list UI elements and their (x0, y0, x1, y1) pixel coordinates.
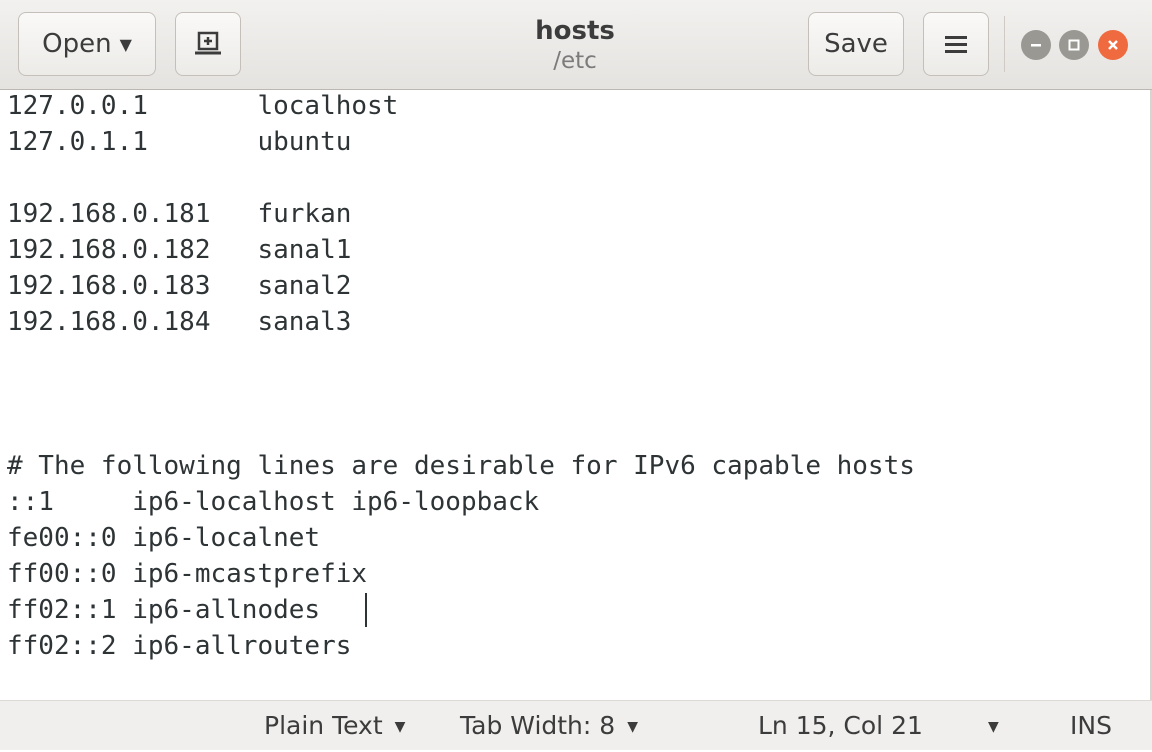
caret-down-icon: ▼ (988, 719, 999, 735)
tab-width-label: Tab Width: 8 (460, 711, 616, 740)
editor-line[interactable]: 192.168.0.182 sanal1 (7, 232, 351, 268)
text-cursor (365, 593, 367, 627)
cursor-position-label: Ln 15, Col 21 (758, 711, 923, 740)
tab-width-selector[interactable]: Tab Width: 8 ▼ (460, 701, 638, 751)
editor-line[interactable]: 192.168.0.184 sanal3 (7, 304, 351, 340)
editor-line[interactable]: # The following lines are desirable for … (7, 448, 915, 484)
editor-line[interactable]: 192.168.0.181 furkan (7, 196, 351, 232)
caret-down-icon: ▼ (627, 719, 638, 735)
editor-line[interactable]: ff02::2 ip6-allrouters (7, 628, 351, 664)
minimize-icon (1031, 44, 1041, 47)
menu-button[interactable] (923, 12, 989, 76)
close-icon (1108, 40, 1118, 50)
close-button[interactable] (1098, 30, 1128, 60)
editor-line[interactable]: 127.0.1.1 ubuntu (7, 124, 351, 160)
maximize-button[interactable] (1059, 30, 1089, 60)
language-selector[interactable]: Plain Text ▼ (264, 701, 405, 751)
new-tab-icon (195, 31, 221, 55)
editor-line[interactable]: 192.168.0.183 sanal2 (7, 268, 351, 304)
open-button-label: Open (42, 29, 112, 59)
hamburger-menu-icon (945, 36, 967, 53)
caret-down-icon: ▼ (119, 34, 132, 54)
minimize-button[interactable] (1021, 30, 1051, 60)
caret-down-icon: ▼ (394, 719, 406, 735)
editor-line[interactable]: 127.0.0.1 localhost (7, 88, 398, 124)
editor-line[interactable]: fe00::0 ip6-localnet (7, 520, 320, 556)
window-title: hosts (535, 16, 615, 46)
cursor-position-selector[interactable]: Ln 15, Col 21 (758, 701, 923, 751)
editor-line[interactable]: ff02::1 ip6-allnodes (7, 592, 320, 628)
insert-mode-label: INS (1070, 711, 1112, 740)
new-tab-button[interactable] (175, 12, 241, 76)
save-button[interactable]: Save (808, 12, 904, 76)
maximize-icon (1068, 39, 1080, 51)
header-bar: Open ▼ hosts /etc Save (0, 0, 1152, 90)
open-button[interactable]: Open ▼ (18, 12, 156, 76)
insert-mode-indicator[interactable]: INS (1070, 701, 1112, 751)
header-separator (1004, 16, 1005, 72)
status-bar: Plain Text ▼ Tab Width: 8 ▼ Ln 15, Col 21 … (0, 700, 1152, 750)
language-label: Plain Text (264, 711, 383, 740)
text-editor-area[interactable]: 127.0.0.1 localhost 127.0.1.1 ubuntu 192… (0, 90, 1150, 700)
editor-line[interactable]: ff00::0 ip6-mcastprefix (7, 556, 367, 592)
position-dropdown[interactable]: ▼ (988, 701, 999, 751)
window-subtitle: /etc (553, 48, 597, 74)
editor-line[interactable]: ::1 ip6-localhost ip6-loopback (7, 484, 539, 520)
